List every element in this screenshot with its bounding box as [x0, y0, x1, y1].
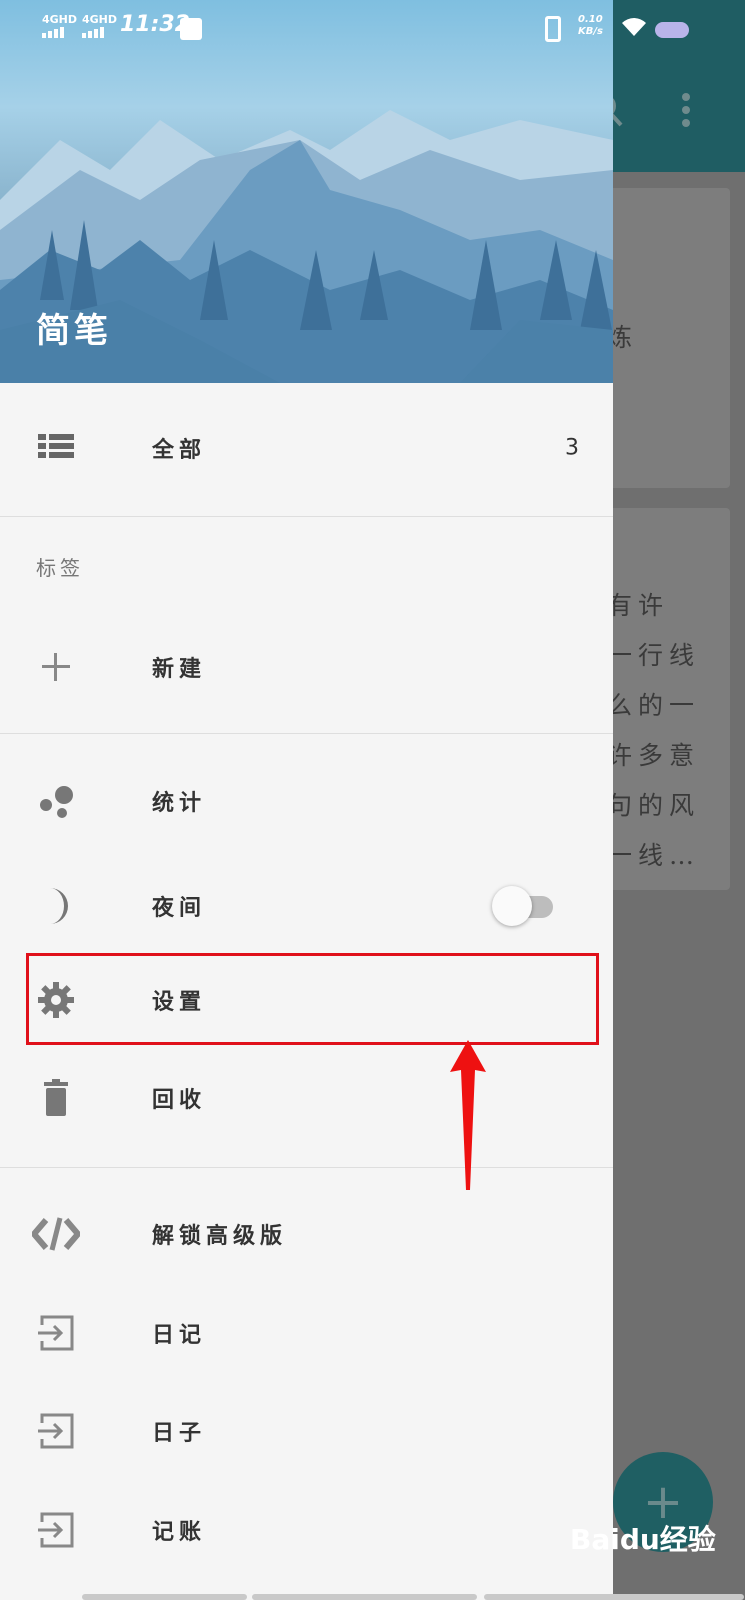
note-count: 3 — [565, 435, 579, 461]
nav-gesture-bar — [252, 1594, 477, 1600]
app-enter-icon — [36, 1411, 76, 1451]
drawer-item-label: 夜间 — [152, 895, 207, 921]
navigation-drawer: 简笔 全部 3 标签 新建 统计 夜间 设置 回收 解锁高级版 日记 日子 记账 — [0, 0, 613, 1600]
app-enter-icon — [36, 1313, 76, 1353]
drawer-item-new-tag[interactable]: 新建 — [0, 622, 613, 712]
wifi-icon — [620, 16, 648, 43]
divider — [0, 733, 613, 734]
sim1-signal: 4GHD — [42, 14, 77, 38]
more-options-icon[interactable] — [680, 92, 692, 137]
drawer-item-label: 全部 — [152, 437, 207, 463]
drawer-item-label: 统计 — [152, 790, 207, 816]
drawer-item-label: 回收 — [152, 1087, 207, 1113]
drawer-item-diary[interactable]: 日记 — [0, 1288, 613, 1378]
stats-bubbles-icon — [36, 781, 76, 821]
trash-icon — [36, 1078, 76, 1118]
drawer-item-stats[interactable]: 统计 — [0, 756, 613, 846]
sim1-label: 4GHD — [42, 13, 78, 26]
drawer-item-label: 日记 — [152, 1322, 207, 1348]
drawer-item-recycle[interactable]: 回收 — [0, 1053, 613, 1143]
speed-unit: KB/s — [578, 26, 603, 37]
drawer-title: 简笔 — [36, 311, 112, 351]
toggle-knob — [492, 886, 532, 926]
code-icon — [30, 1214, 82, 1254]
network-speed: 0.10 KB/s — [578, 14, 603, 38]
list-icon — [36, 428, 76, 468]
note-card-line: 句的风 — [607, 791, 701, 820]
speed-value: 0.10 — [578, 14, 603, 25]
drawer-item-days[interactable]: 日子 — [0, 1386, 613, 1476]
plus-icon — [36, 647, 76, 687]
divider — [0, 1167, 613, 1168]
divider — [0, 516, 613, 517]
tags-section-header: 标签 — [36, 556, 84, 580]
sim2-signal: 4GHD — [82, 14, 117, 38]
app-enter-icon — [36, 1510, 76, 1550]
status-bar: 4GHD 4GHD 11:32 0.10 KB/s — [0, 0, 745, 58]
night-mode-toggle[interactable] — [492, 884, 557, 928]
drawer-item-premium[interactable]: 解锁高级版 — [0, 1189, 613, 1279]
drawer-item-label: 记账 — [152, 1519, 207, 1545]
drawer-item-label: 新建 — [152, 656, 207, 682]
settings-highlight-box — [26, 953, 599, 1045]
drawer-item-label: 解锁高级版 — [152, 1223, 288, 1249]
baidu-watermark: Baidu经验 — [570, 1523, 716, 1556]
note-card-text: 炼 — [607, 323, 639, 352]
note-card-line: 有许 — [607, 591, 670, 620]
note-card-line: 一线… — [607, 841, 701, 870]
vibrate-icon — [545, 16, 561, 42]
nav-gesture-bar — [82, 1594, 247, 1600]
drawer-item-all[interactable]: 全部 3 — [0, 403, 613, 493]
drawer-item-accounting[interactable]: 记账 — [0, 1485, 613, 1575]
red-arrow-annotation — [450, 1040, 486, 1190]
sim2-label: 4GHD — [82, 13, 118, 26]
note-card-line: 许多意 — [607, 741, 701, 770]
note-card-line: 一行线 — [607, 641, 701, 670]
nav-gesture-bar — [484, 1594, 744, 1600]
drawer-item-label: 日子 — [152, 1420, 207, 1446]
telegram-icon — [180, 18, 202, 40]
battery-icon — [655, 22, 689, 38]
moon-icon — [36, 886, 76, 926]
note-card-line: 么的一 — [607, 691, 701, 720]
